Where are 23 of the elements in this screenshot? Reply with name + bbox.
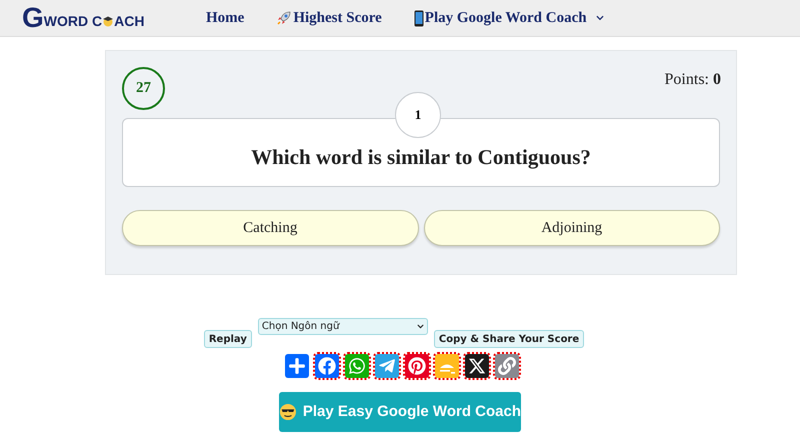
site-logo[interactable]: GWORD C ACH (22, 4, 142, 32)
pinterest-icon[interactable] (405, 354, 429, 378)
plus-icon[interactable] (285, 354, 309, 378)
chevron-down-icon (416, 323, 424, 330)
whatsapp-icon[interactable] (345, 354, 369, 378)
phone-icon (414, 10, 424, 26)
rocket-icon (276, 10, 292, 26)
points-text: Points: 0 (664, 70, 721, 90)
nav-link[interactable]: Home (206, 6, 244, 30)
x-icon[interactable] (465, 354, 489, 378)
nav-link[interactable]: Highest Score (276, 6, 382, 30)
answer-button[interactable]: Adjoining (424, 210, 720, 246)
language-select[interactable]: Chọn Ngôn ngữ (258, 318, 428, 335)
replay-button[interactable]: Replay (204, 330, 252, 348)
link-icon[interactable] (495, 354, 519, 378)
question-text: Which word is similar to Contiguous? (251, 144, 591, 171)
paper-plane-icon[interactable] (375, 354, 399, 378)
answer-button[interactable]: Catching (122, 210, 418, 246)
graduate-icon (102, 15, 114, 27)
copy-share-button[interactable]: Copy & Share Your Score (434, 330, 584, 348)
sunglasses-face-icon (279, 402, 297, 422)
facebook-icon[interactable] (315, 354, 339, 378)
nav-link[interactable]: Play Google Word Coach (414, 6, 604, 30)
